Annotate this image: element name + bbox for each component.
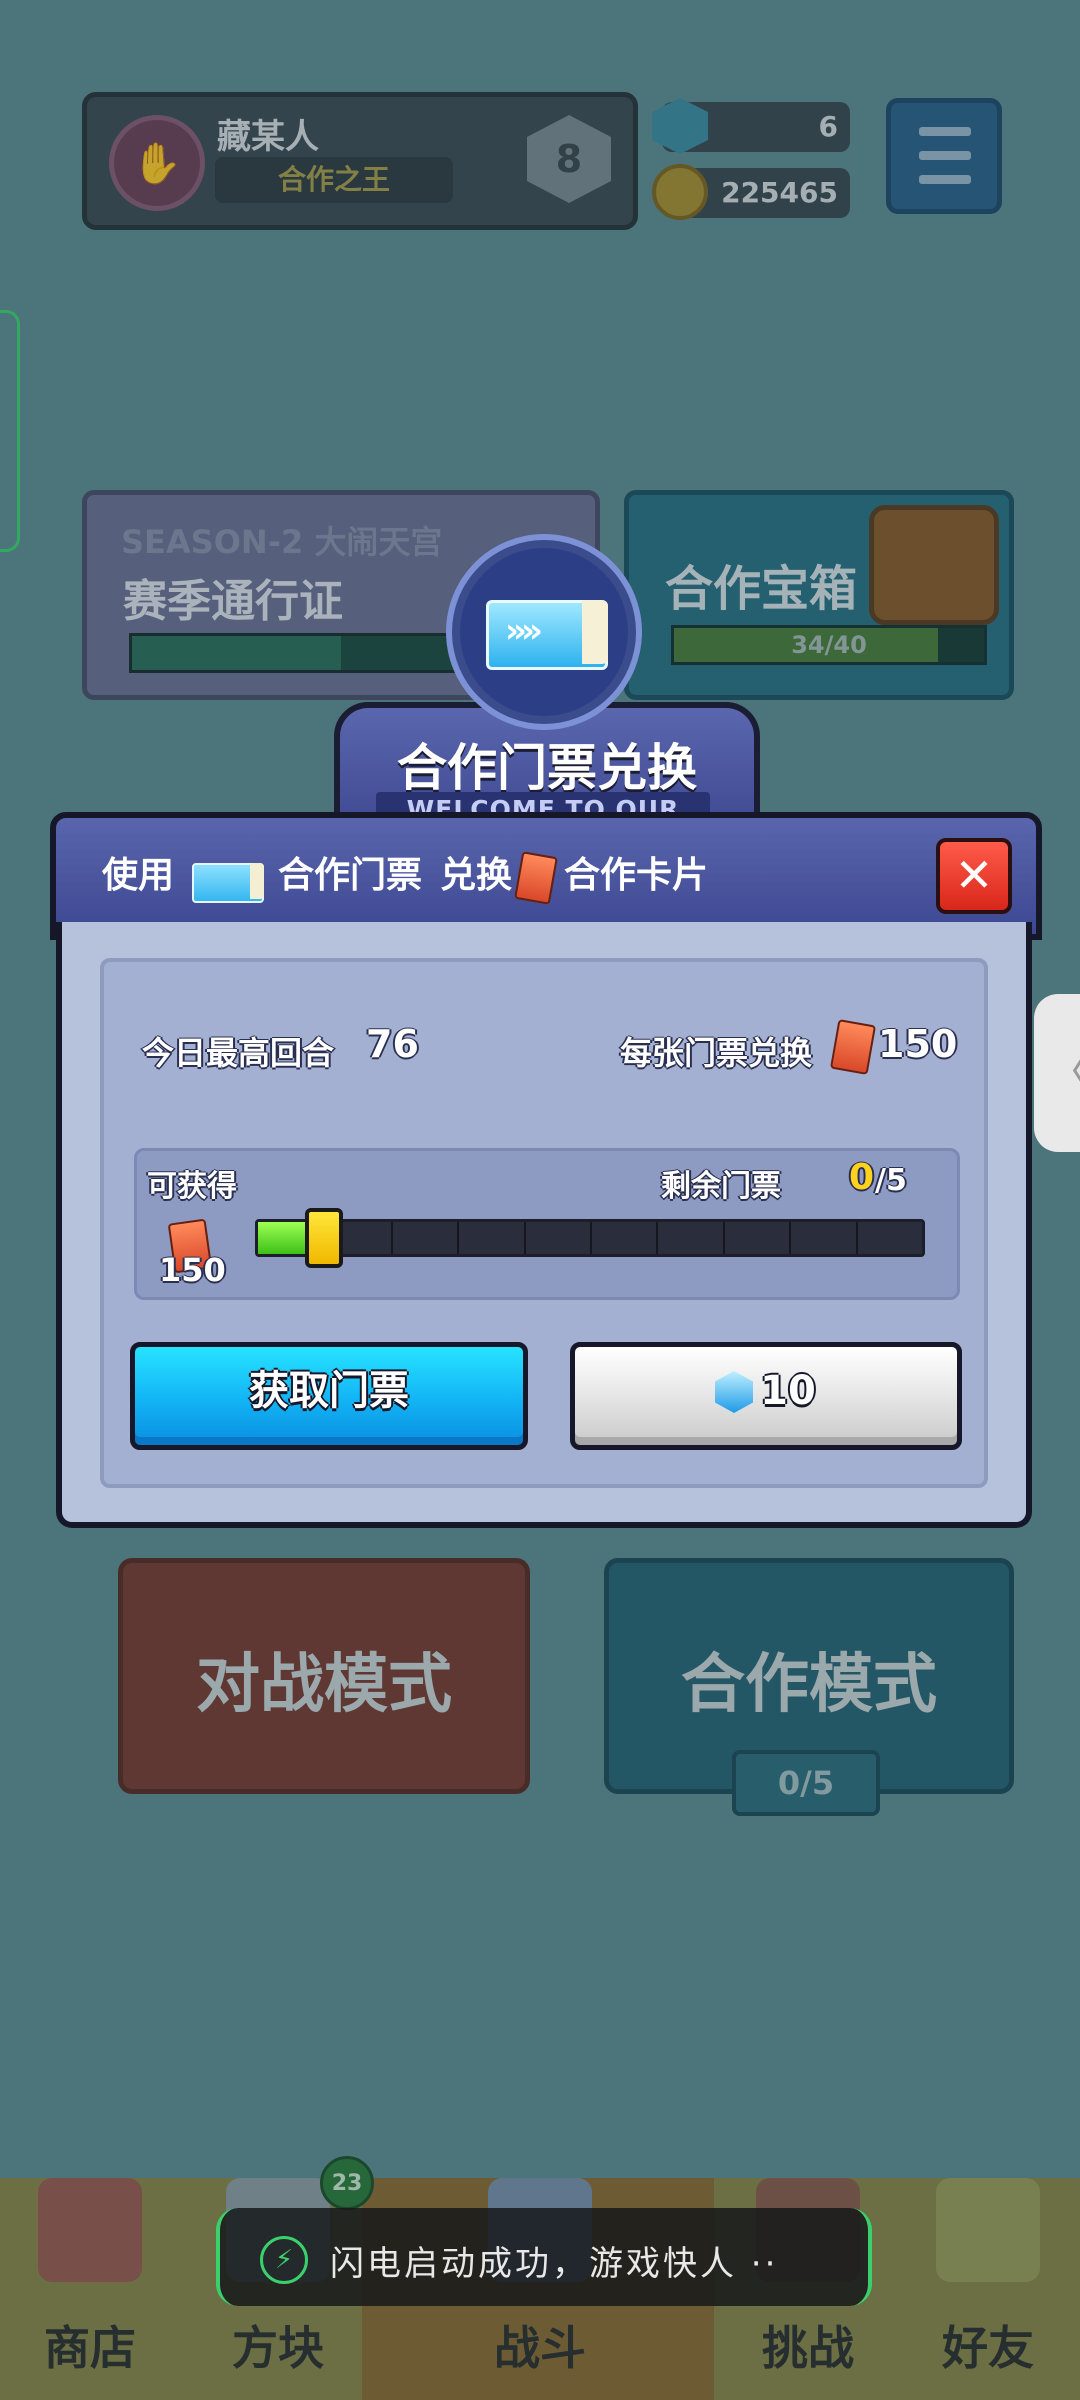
battle-mode-button[interactable]: 对战模式 (118, 1558, 530, 1794)
dialog-header: 使用 合作门票 兑换 合作卡片 ✕ (50, 812, 1042, 940)
card-icon (829, 1019, 877, 1075)
coin-count: 225465 (721, 176, 838, 209)
player-name: 藏某人 (217, 117, 319, 157)
exchange-slider[interactable] (255, 1208, 925, 1268)
ticket-emblem: »» (452, 540, 636, 724)
slider-segment-divider (722, 1222, 725, 1254)
nav-blocks-label: 方块 (232, 2321, 324, 2375)
menu-icon (919, 127, 971, 136)
slider-segment-divider (590, 1222, 592, 1254)
dialog-body: 今日最高回合 76 每张门票兑换 150 可获得 150 剩余门票 0 /5 获… (56, 922, 1032, 1528)
toast-notification: ⚡ 闪电启动成功，游戏快人 ·· (216, 2208, 872, 2306)
battle-mode-label: 对战模式 (196, 1648, 452, 1722)
nav-friends[interactable]: 好友 (898, 2178, 1078, 2400)
handshake-avatar-icon: ✋ (109, 115, 205, 211)
header-card-label: 合作卡片 (564, 855, 709, 896)
chest-icon (869, 505, 999, 625)
nav-challenge-label: 挑战 (762, 2321, 854, 2375)
get-ticket-label: 获取门票 (249, 1368, 409, 1414)
dialog-title: 合作门票兑换 (397, 739, 697, 797)
season-title: 赛季通行证 (123, 576, 343, 627)
dialog-inner-panel: 今日最高回合 76 每张门票兑换 150 可获得 150 剩余门票 0 /5 获… (100, 958, 988, 1488)
exchange-slider-panel: 可获得 150 剩余门票 0 /5 (134, 1148, 960, 1300)
shop-icon (38, 2178, 142, 2282)
gem-cost: 10 (760, 1368, 816, 1414)
coop-chest-progress-text: 34/40 (791, 631, 867, 659)
nav-shop[interactable]: 商店 (0, 2178, 180, 2400)
ticket-icon (192, 863, 264, 903)
nav-battle-label: 战斗 (494, 2321, 586, 2375)
player-card[interactable]: ✋ 藏某人 合作之王 8 (82, 92, 638, 230)
header-use-text: 使用 (102, 855, 175, 896)
today-max-value: 76 (366, 1022, 419, 1066)
coop-mode-label: 合作模式 (681, 1648, 937, 1722)
header-exchange-text: 兑换 (440, 855, 513, 896)
gem-purchase-button[interactable]: 10 (570, 1342, 962, 1450)
gem-icon (652, 98, 708, 154)
per-ticket-value: 150 (878, 1022, 958, 1066)
remaining-label: 剩余门票 (661, 1169, 781, 1204)
slider-segment-divider (390, 1222, 393, 1254)
slider-handle[interactable] (305, 1208, 344, 1268)
player-title-plate: 合作之王 (215, 157, 453, 203)
friends-icon (936, 2178, 1040, 2282)
obtainable-value: 150 (159, 1251, 226, 1289)
menu-button[interactable] (886, 98, 1002, 214)
side-panel-tab[interactable] (0, 310, 20, 552)
gem-count: 6 (818, 110, 838, 143)
close-button[interactable]: ✕ (936, 838, 1012, 914)
blocks-badge: 23 (320, 2156, 374, 2210)
coin-counter: 225465 (652, 164, 850, 220)
close-icon: ✕ (954, 848, 994, 902)
rank-badge: 8 (527, 115, 611, 203)
gem-counter: 6 (652, 98, 850, 154)
coin-icon (652, 164, 708, 220)
slider-segment-divider (855, 1222, 858, 1254)
lightning-icon: ⚡ (260, 2236, 308, 2284)
slider-segment-divider (789, 1222, 792, 1254)
chevron-left-icon: 〈 (1047, 1047, 1080, 1098)
per-ticket-label: 每张门票兑换 (620, 1034, 813, 1072)
remaining-current: 0 (849, 1157, 875, 1198)
season-progress-fill (132, 636, 341, 670)
nav-friends-label: 好友 (942, 2321, 1034, 2375)
player-title: 合作之王 (277, 163, 390, 196)
coop-ticket-icon: »» (486, 600, 608, 670)
toast-text: 闪电启动成功，游戏快人 ·· (330, 2244, 779, 2284)
header-ticket-label: 合作门票 (278, 855, 423, 896)
coop-chest-card[interactable]: 合作宝箱 34/40 (624, 490, 1014, 700)
side-drawer-handle[interactable]: 〈 (1034, 994, 1080, 1152)
card-icon (514, 851, 558, 905)
slider-segment-divider (656, 1222, 659, 1254)
slider-segment-divider (523, 1222, 526, 1254)
coop-chest-progress-bar: 34/40 (671, 625, 987, 665)
remaining-total: /5 (875, 1163, 907, 1198)
nav-shop-label: 商店 (44, 2321, 136, 2375)
today-max-label: 今日最高回合 (142, 1034, 335, 1072)
obtainable-label: 可获得 (147, 1169, 237, 1204)
coop-chest-title: 合作宝箱 (665, 561, 858, 617)
coop-mode-count: 0/5 (732, 1750, 880, 1816)
slider-segment-divider (457, 1222, 460, 1254)
get-ticket-button[interactable]: 获取门票 (130, 1342, 528, 1450)
season-subtitle: SEASON-2 大闹天宫 (121, 523, 443, 561)
